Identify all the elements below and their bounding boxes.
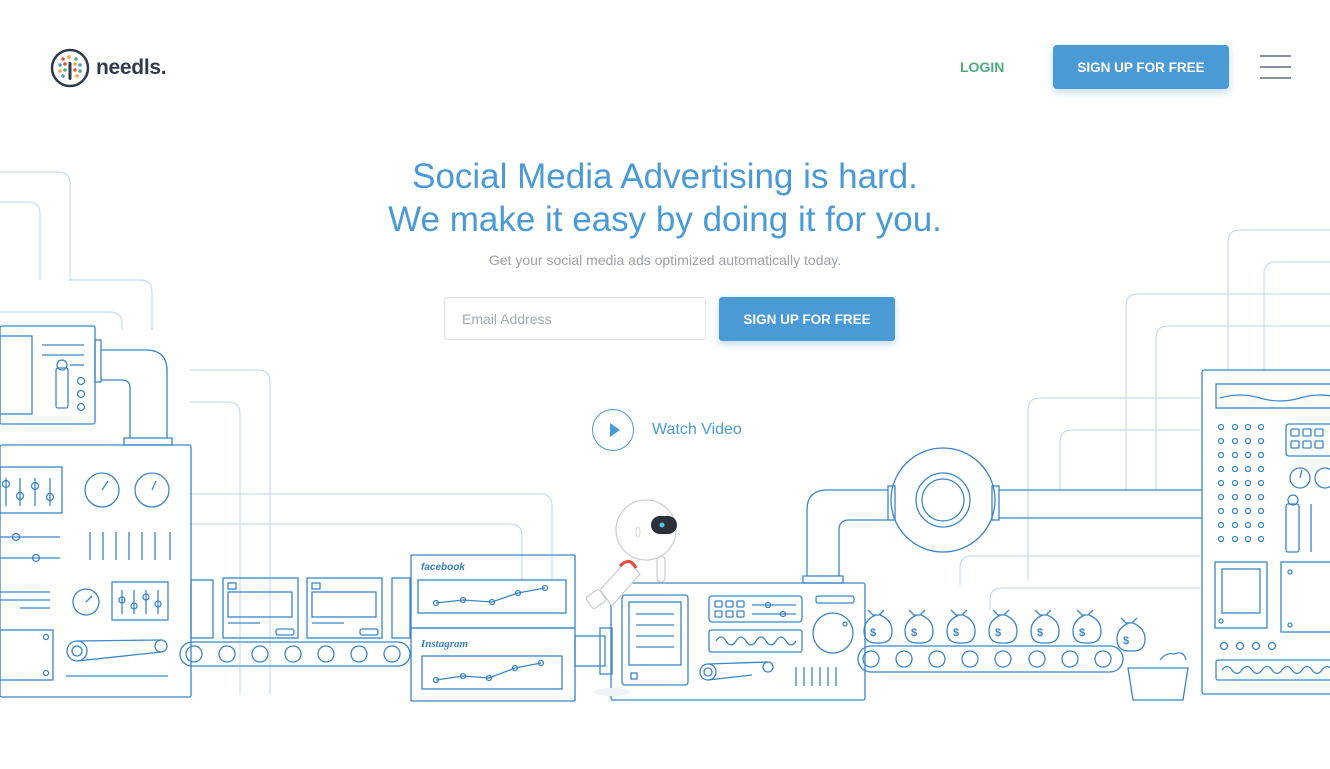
menu-bar (1260, 77, 1291, 79)
money-bags (863, 609, 1146, 652)
logo[interactable]: needls. (50, 48, 167, 88)
svg-text:$: $ (1123, 635, 1129, 647)
svg-text:$: $ (1037, 627, 1043, 639)
hamburger-menu-icon[interactable] (1260, 55, 1291, 81)
hero-subheadline: Get your social media ads optimized auto… (488, 252, 842, 268)
play-icon[interactable] (592, 409, 634, 451)
brand-name: needls. (96, 56, 167, 79)
tank (890, 447, 996, 553)
menu-bar (1260, 55, 1291, 57)
watch-video-label: Watch Video (652, 421, 742, 438)
hero-headline: Social Media Advertising is hard. We mak… (0, 155, 1330, 241)
header: needls. LOGIN SIGN UP FOR FREE (0, 0, 1330, 130)
needls-logo-icon (50, 48, 90, 88)
svg-text:$: $ (911, 627, 917, 639)
menu-bar (1260, 66, 1291, 68)
money-basket (1127, 667, 1189, 701)
signup-header-button[interactable]: SIGN UP FOR FREE (1053, 45, 1229, 89)
instagram-label: Instagram (421, 638, 469, 650)
facebook-label: facebook (421, 562, 465, 573)
watch-video-link[interactable]: Watch Video (592, 409, 742, 451)
dot-grid (1217, 423, 1265, 543)
svg-text:$: $ (1079, 627, 1085, 639)
headline-line-1: Social Media Advertising is hard. (412, 157, 918, 196)
headline-line-2: We make it easy by doing it for you. (388, 200, 942, 239)
signup-hero-button[interactable]: SIGN UP FOR FREE (719, 297, 895, 341)
login-link[interactable]: LOGIN (960, 59, 1004, 75)
left-top-panel (0, 325, 96, 425)
money-bag-symbols: $ $ $ $ $ $ $ (870, 627, 1129, 647)
svg-text:$: $ (953, 627, 959, 639)
email-input[interactable] (444, 297, 706, 340)
svg-text:$: $ (870, 627, 876, 639)
svg-text:$: $ (995, 627, 1001, 639)
